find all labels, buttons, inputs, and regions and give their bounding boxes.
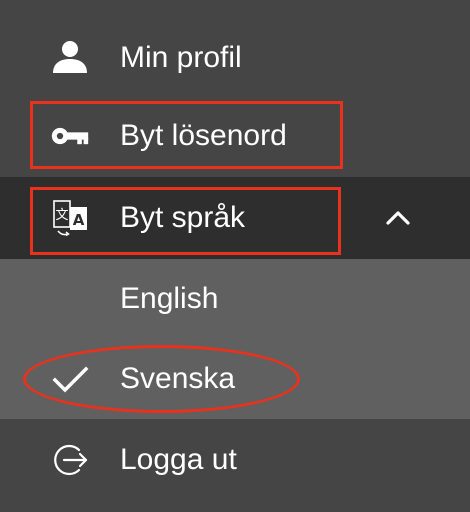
language-option-svenska[interactable]: Svenska	[0, 339, 470, 419]
person-icon	[50, 38, 90, 78]
menu-item-profile-label: Min profil	[120, 41, 242, 74]
key-icon	[50, 116, 90, 156]
menu-item-change-language-label: Byt språk	[120, 201, 246, 234]
language-option-english-label: English	[120, 282, 219, 315]
checkmark-icon	[50, 359, 90, 399]
chevron-up-icon[interactable]	[380, 200, 416, 236]
menu-item-logout[interactable]: Logga ut	[0, 420, 470, 500]
svg-text:文: 文	[55, 208, 68, 223]
menu-item-change-password[interactable]: Byt lösenord	[0, 96, 470, 176]
language-option-english[interactable]: English	[0, 259, 470, 339]
logout-icon	[50, 440, 90, 480]
user-menu: Min profil Byt lösenord 文 A Byt språk En…	[0, 0, 470, 512]
menu-item-change-language[interactable]: 文 A Byt språk	[0, 177, 470, 259]
menu-item-logout-label: Logga ut	[120, 443, 237, 476]
menu-item-profile[interactable]: Min profil	[0, 18, 470, 98]
translate-icon: 文 A	[50, 198, 90, 238]
language-option-svenska-label: Svenska	[120, 362, 236, 395]
menu-item-change-password-label: Byt lösenord	[120, 119, 287, 152]
svg-text:A: A	[73, 211, 85, 229]
